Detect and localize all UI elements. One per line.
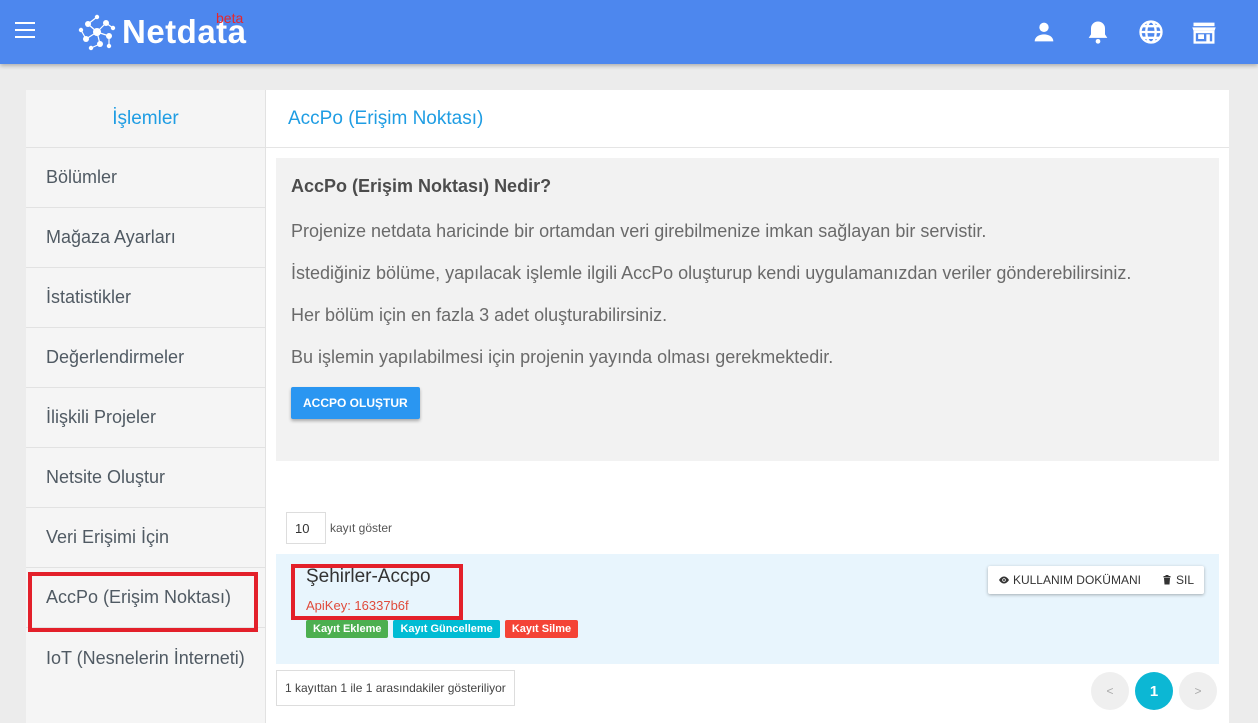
delete-button[interactable]: SIL xyxy=(1151,566,1204,594)
sidebar-item-store-settings[interactable]: Mağaza Ayarları xyxy=(26,208,265,268)
page-title: AccPo (Erişim Noktası) xyxy=(266,90,1229,148)
info-paragraph-2: İstediğiniz bölüme, yapılacak işlemle il… xyxy=(291,263,1132,283)
info-paragraph-1: Projenize netdata haricinde bir ortamdan… xyxy=(291,221,987,241)
highlight-box-row xyxy=(291,564,463,620)
usage-doc-button[interactable]: KULLANIM DOKÜMANI xyxy=(988,566,1151,594)
pagination: < 1 > xyxy=(1091,672,1217,710)
delete-label: SIL xyxy=(1175,573,1194,587)
user-icon[interactable] xyxy=(1030,18,1058,46)
info-paragraph-3: Her bölüm için en fazla 3 adet oluşturab… xyxy=(291,305,668,325)
menu-icon[interactable] xyxy=(15,22,35,38)
top-app-bar: Netdata beta xyxy=(0,0,1258,64)
netdata-logo[interactable]: Netdata beta xyxy=(76,10,247,54)
store-icon[interactable] xyxy=(1190,18,1218,46)
usage-doc-label: KULLANIM DOKÜMANI xyxy=(1012,573,1141,587)
page-length-select[interactable]: 10 xyxy=(286,512,326,544)
content-panel: AccPo (Erişim Noktası) AccPo (Erişim Nok… xyxy=(266,90,1229,723)
sidebar-item-create-netsite[interactable]: Netsite Oluştur xyxy=(26,448,265,508)
info-heading: AccPo (Erişim Noktası) Nedir? xyxy=(291,176,552,196)
sidebar-title: İşlemler xyxy=(26,90,265,148)
sidebar-item-iot[interactable]: IoT (Nesnelerin İnterneti) xyxy=(26,628,265,688)
create-accpo-button[interactable]: ACCPO OLUŞTUR xyxy=(291,387,420,419)
badge-update: Kayıt Güncelleme xyxy=(393,620,500,638)
sidebar-item-statistics[interactable]: İstatistikler xyxy=(26,268,265,328)
badge-insert: Kayıt Ekleme xyxy=(306,620,389,638)
sidebar-item-data-access[interactable]: Veri Erişimi İçin xyxy=(26,508,265,568)
sidebar-item-reviews[interactable]: Değerlendirmeler xyxy=(26,328,265,388)
prev-page-button[interactable]: < xyxy=(1091,672,1129,710)
row-actions: KULLANIM DOKÜMANI SIL xyxy=(987,566,1204,594)
bell-icon[interactable] xyxy=(1084,18,1112,46)
sidebar-item-related-projects[interactable]: İlişkili Projeler xyxy=(26,388,265,448)
next-page-button[interactable]: > xyxy=(1179,672,1217,710)
eye-icon xyxy=(998,576,1009,584)
current-page-button[interactable]: 1 xyxy=(1135,672,1173,710)
page-length-control: 10 kayıt göster xyxy=(286,512,392,544)
beta-badge: beta xyxy=(216,10,244,26)
info-paragraph-4: Bu işlemin yapılabilmesi için projenin y… xyxy=(291,347,834,367)
highlight-box-sidebar xyxy=(28,572,258,632)
info-panel: AccPo (Erişim Noktası) Nedir? Projenize … xyxy=(276,158,1219,461)
sidebar-item-sections[interactable]: Bölümler xyxy=(26,148,265,208)
trash-icon xyxy=(1163,575,1171,585)
logo-mark-icon xyxy=(78,14,116,51)
globe-icon[interactable] xyxy=(1137,18,1165,46)
table-info-text: 1 kayıttan 1 ile 1 arasındakiler gösteri… xyxy=(276,670,515,706)
permission-badges: Kayıt Ekleme Kayıt Güncelleme Kayıt Silm… xyxy=(306,620,579,638)
page-length-label: kayıt göster xyxy=(330,521,393,535)
badge-delete: Kayıt Silme xyxy=(504,620,579,638)
